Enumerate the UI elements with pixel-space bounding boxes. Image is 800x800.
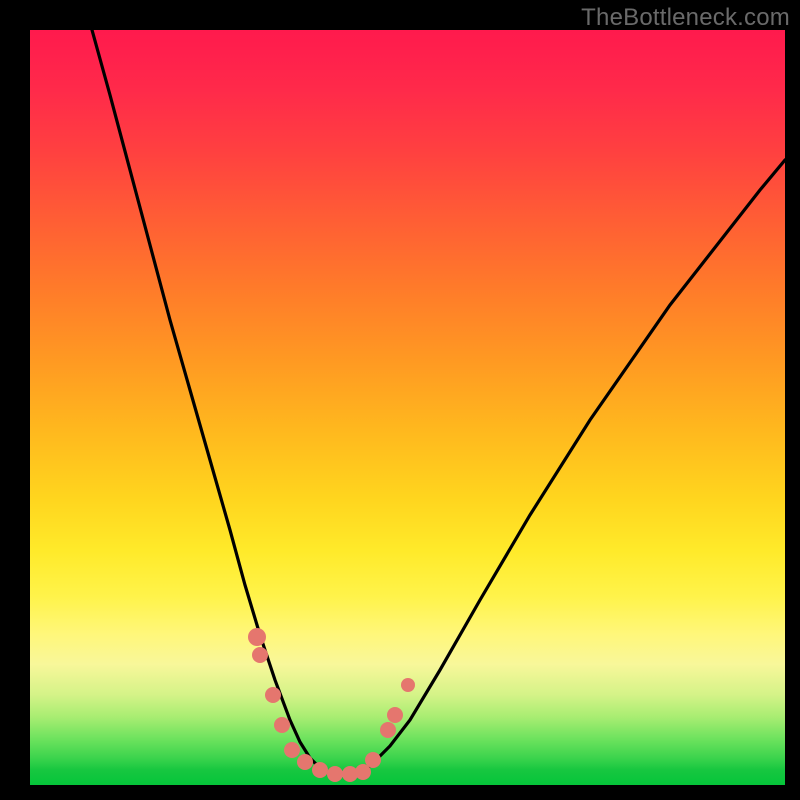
marker-bottom-bar [297, 754, 313, 770]
highlight-markers [248, 628, 415, 782]
marker-bottom-bar [284, 742, 300, 758]
chart-frame: TheBottleneck.com [0, 0, 800, 800]
marker-right-cluster [387, 707, 403, 723]
watermark-text: TheBottleneck.com [581, 4, 790, 32]
marker-right-cluster [401, 678, 415, 692]
marker-bottom-bar [327, 766, 343, 782]
marker-right-cluster [380, 722, 396, 738]
marker-left-cluster [274, 717, 290, 733]
marker-left-cluster [248, 628, 266, 646]
marker-right-cluster [365, 752, 381, 768]
bottleneck-curve [92, 30, 785, 775]
marker-left-cluster [265, 687, 281, 703]
curve-layer [30, 30, 785, 785]
marker-bottom-bar [312, 762, 328, 778]
marker-left-cluster [252, 647, 268, 663]
plot-area [30, 30, 785, 785]
